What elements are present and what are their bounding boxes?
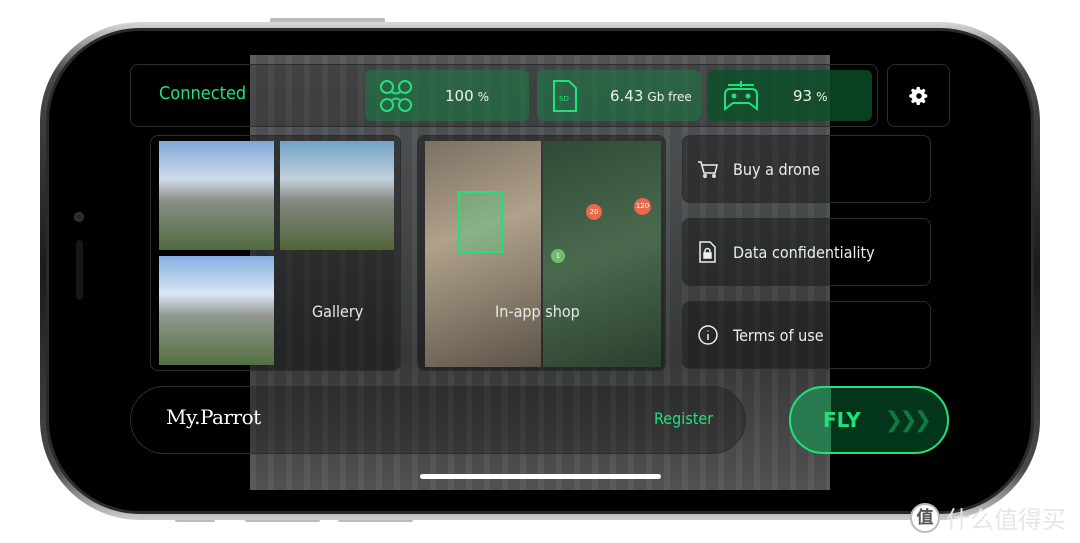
- drone-battery: 100%: [365, 70, 529, 121]
- connection-status: Connected: [159, 83, 247, 104]
- controller-icon: [724, 80, 758, 111]
- sd-free-value: 6.43: [610, 86, 644, 105]
- shop-label: In-app shop: [495, 302, 580, 321]
- buy-drone-label: Buy a drone: [733, 159, 820, 179]
- my-parrot-logo: My.Parrot: [166, 405, 261, 429]
- gallery-tile[interactable]: Gallery: [150, 135, 401, 371]
- drone-battery-value: 100: [445, 86, 474, 105]
- settings-button[interactable]: [887, 64, 950, 127]
- register-link[interactable]: Register: [654, 409, 713, 428]
- lock-document-icon: [699, 241, 716, 263]
- sd-storage: SD 6.43 Gb free: [537, 70, 701, 121]
- map-marker: 20: [586, 204, 602, 220]
- gallery-thumbnail: [159, 141, 274, 250]
- data-confidentiality-label: Data confidentiality: [733, 242, 875, 262]
- terms-of-use-button[interactable]: Terms of use: [682, 301, 931, 369]
- controller-battery: 93%: [708, 70, 872, 121]
- drone-icon: [380, 79, 412, 112]
- map-marker: 1: [551, 249, 565, 263]
- fly-label: FLY: [823, 408, 861, 432]
- watermark-text: 什么值得买: [946, 506, 1066, 534]
- gallery-label: Gallery: [312, 302, 364, 321]
- gear-icon: [908, 86, 927, 105]
- gallery-thumbnail: [159, 256, 274, 365]
- cart-icon: [698, 161, 718, 178]
- map-marker: 120: [634, 198, 651, 215]
- sd-free-unit: Gb free: [647, 89, 692, 104]
- front-camera: [74, 212, 84, 222]
- controller-battery-value: 93: [793, 86, 813, 105]
- tracking-box: [458, 191, 503, 253]
- fly-button[interactable]: FLY ❯❯❯: [789, 386, 949, 454]
- drone-battery-unit: %: [477, 89, 490, 104]
- gallery-thumbnail: [280, 141, 394, 250]
- home-indicator[interactable]: [420, 474, 661, 479]
- data-confidentiality-button[interactable]: Data confidentiality: [682, 218, 931, 286]
- sd-card-icon: SD: [553, 79, 577, 112]
- in-app-shop-tile[interactable]: 20 120 1 In-app shop: [417, 135, 666, 371]
- buy-drone-button[interactable]: Buy a drone: [682, 135, 931, 203]
- watermark: 值 什么值得买: [910, 500, 1066, 535]
- chevrons-right-icon: ❯❯❯: [884, 407, 932, 433]
- terms-of-use-label: Terms of use: [733, 325, 824, 345]
- shop-photo: [425, 141, 541, 367]
- controller-battery-unit: %: [816, 89, 828, 104]
- watermark-badge: 值: [910, 502, 940, 533]
- info-icon: [698, 325, 718, 345]
- speaker-slot: [76, 240, 83, 300]
- sd-icon-text: SD: [559, 95, 569, 103]
